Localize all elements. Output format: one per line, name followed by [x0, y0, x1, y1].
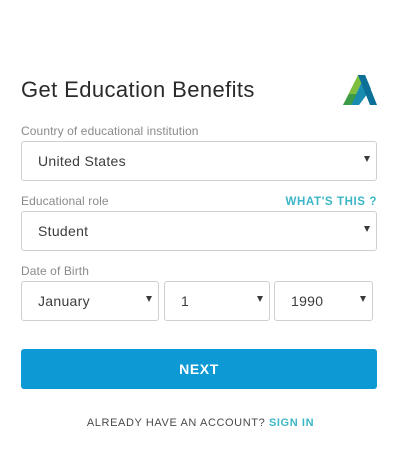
role-select[interactable]: Student	[21, 211, 377, 251]
sign-in-link[interactable]: SIGN IN	[269, 417, 314, 429]
education-benefits-form: Get Education Benefits Country of educat…	[0, 0, 401, 449]
chevron-down-icon	[360, 296, 366, 302]
dob-year-value: 1990	[291, 293, 324, 309]
country-select[interactable]: United States	[21, 141, 377, 181]
page-title: Get Education Benefits	[21, 77, 255, 102]
chevron-down-icon	[257, 296, 263, 302]
dob-year-select[interactable]: 1990	[274, 281, 373, 321]
dob-day-value: 1	[181, 293, 190, 309]
next-button[interactable]: NEXT	[21, 349, 377, 389]
sign-in-prompt: ALREADY HAVE AN ACCOUNT? SIGN IN	[0, 417, 401, 429]
role-select-value: Student	[38, 223, 89, 239]
dob-day-select[interactable]: 1	[164, 281, 270, 321]
chevron-down-icon	[146, 296, 152, 302]
dob-label: Date of Birth	[21, 264, 89, 278]
account-prompt-text: ALREADY HAVE AN ACCOUNT?	[86, 417, 266, 429]
autodesk-logo-icon	[343, 75, 377, 105]
dob-month-value: January	[38, 293, 90, 309]
country-select-value: United States	[38, 153, 126, 169]
role-label: Educational role	[21, 194, 109, 208]
chevron-down-icon	[364, 226, 370, 232]
dob-month-select[interactable]: January	[21, 281, 159, 321]
chevron-down-icon	[364, 156, 370, 162]
whats-this-link[interactable]: WHAT'S THIS ?	[286, 196, 377, 208]
country-label: Country of educational institution	[21, 124, 199, 138]
